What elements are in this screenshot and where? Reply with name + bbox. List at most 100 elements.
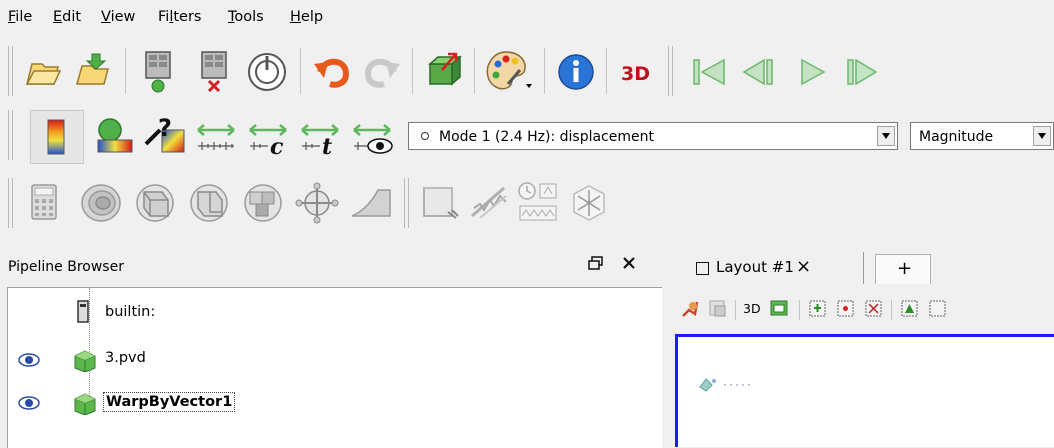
glyph-icon[interactable] <box>348 182 394 224</box>
svg-text:c: c <box>270 134 284 156</box>
rescale-custom-icon[interactable]: ? <box>144 114 188 158</box>
toolbar-grip[interactable] <box>8 46 13 96</box>
source-cube-icon <box>74 393 96 415</box>
rescale-visible-icon[interactable] <box>350 116 396 156</box>
render-view[interactable] <box>675 334 1054 447</box>
extract-subset-icon[interactable] <box>294 182 340 224</box>
point-data-icon <box>421 132 429 140</box>
menu-view[interactable]: View <box>101 9 135 25</box>
toolbar-separator <box>799 300 800 320</box>
chevron-down-icon[interactable] <box>877 126 895 146</box>
toolbar-separator <box>300 48 301 94</box>
3d-icon[interactable]: 3D <box>616 52 656 92</box>
menu-filters[interactable]: Filters <box>158 9 201 25</box>
menu-help[interactable]: Help <box>290 9 323 25</box>
common-filters-toolbar <box>0 170 1054 236</box>
load-state-icon[interactable] <box>72 50 114 92</box>
layout-icon <box>696 262 709 275</box>
tab-layout-1[interactable]: Layout #1 × <box>678 250 868 284</box>
source-cube-icon <box>74 350 96 372</box>
toolbar-grip[interactable] <box>8 178 13 228</box>
faint-glyph-trail <box>724 384 750 386</box>
pipeline-item-label: builtin: <box>105 304 156 320</box>
pipeline-tree: builtin: 3.pvd WarpByVector1 <box>7 287 662 448</box>
redo-icon[interactable] <box>362 52 402 92</box>
pipeline-item-builtin[interactable]: builtin: <box>8 300 648 326</box>
info-icon[interactable] <box>556 52 596 92</box>
tab-close-icon[interactable]: × <box>796 256 811 277</box>
close-icon[interactable] <box>621 255 637 271</box>
connect-icon[interactable] <box>136 48 180 94</box>
color-toolbar: ? c t Mode 1 (2.4 Hz): displacement Magn… <box>0 104 1054 166</box>
main-toolbar: 3D <box>0 40 1054 102</box>
component-select-value: Magnitude <box>919 129 994 145</box>
svg-text:?: ? <box>158 114 172 142</box>
pipeline-item-label-selected: WarpByVector1 <box>103 392 236 412</box>
clip-icon[interactable] <box>132 182 178 224</box>
reset-camera-icon[interactable] <box>679 298 701 320</box>
menu-tools[interactable]: Tools <box>228 9 264 25</box>
svg-text:t: t <box>322 134 332 156</box>
chevron-down-icon[interactable] <box>1033 126 1051 146</box>
rescale-custom-range-icon[interactable]: c <box>246 116 292 156</box>
toolbar-separator <box>412 48 413 94</box>
toolbar-separator <box>606 48 607 94</box>
streamline-icon[interactable] <box>418 182 464 224</box>
toggle-3d-button[interactable]: 3D <box>743 301 761 316</box>
toolbar-grip[interactable] <box>404 178 409 228</box>
pipeline-item-3-pvd[interactable]: 3.pvd <box>8 348 648 374</box>
previous-frame-icon[interactable] <box>738 52 778 92</box>
undock-icon[interactable] <box>587 254 605 272</box>
open-folder-icon[interactable] <box>22 52 62 92</box>
reset-session-icon[interactable] <box>244 48 290 94</box>
zoom-to-data-icon[interactable] <box>707 298 729 320</box>
select-cells-frustum-icon[interactable] <box>863 298 885 320</box>
threshold-icon[interactable] <box>240 182 286 224</box>
camera-link-icon[interactable] <box>424 50 464 92</box>
rescale-range-icon[interactable] <box>194 116 240 156</box>
pipeline-item-label: 3.pvd <box>105 350 146 366</box>
extract-level-icon[interactable] <box>566 182 612 224</box>
eye-icon[interactable] <box>18 395 40 411</box>
contour-icon[interactable] <box>78 182 124 224</box>
calculator-icon[interactable] <box>24 182 64 224</box>
add-layout-tab[interactable]: + <box>875 254 931 284</box>
capture-screenshot-icon[interactable] <box>769 298 791 320</box>
view-toolbar: 3D <box>675 288 1054 328</box>
svg-text:3D: 3D <box>621 63 650 85</box>
warp-by-vector-icon[interactable] <box>466 182 512 224</box>
interactive-select-icon[interactable] <box>927 298 949 320</box>
menu-bar: File Edit View Filters Tools Help <box>0 0 1054 40</box>
toolbar-separator <box>474 48 475 94</box>
tab-divider <box>863 252 864 284</box>
rescale-temporal-icon[interactable]: t <box>298 116 344 156</box>
next-frame-icon[interactable] <box>842 52 882 92</box>
toolbar-grip[interactable] <box>8 110 13 160</box>
eye-icon[interactable] <box>18 352 40 368</box>
tab-label: Layout #1 <box>716 258 794 276</box>
play-icon[interactable] <box>792 52 832 92</box>
color-palette-icon[interactable] <box>484 48 536 94</box>
menu-file[interactable]: File <box>8 9 32 25</box>
edit-color-icon[interactable] <box>94 116 136 156</box>
pipeline-browser-title: Pipeline Browser <box>8 259 124 275</box>
select-cells-on-icon[interactable] <box>807 298 829 320</box>
menu-edit[interactable]: Edit <box>53 9 81 25</box>
slice-icon[interactable] <box>186 182 232 224</box>
undo-icon[interactable] <box>312 52 352 92</box>
array-select-value: Mode 1 (2.4 Hz): displacement <box>439 129 654 145</box>
first-frame-icon[interactable] <box>688 52 728 92</box>
toolbar-separator <box>544 48 545 94</box>
select-points-on-icon[interactable] <box>835 298 857 320</box>
component-select[interactable]: Magnitude <box>910 122 1054 150</box>
disconnect-icon[interactable] <box>192 48 236 94</box>
pipeline-item-warpbyvector1[interactable]: WarpByVector1 <box>8 390 648 416</box>
group-datasets-icon[interactable] <box>514 180 562 226</box>
array-select[interactable]: Mode 1 (2.4 Hz): displacement <box>408 122 898 150</box>
select-block-icon[interactable] <box>899 298 921 320</box>
toolbar-separator <box>735 300 736 320</box>
toolbar-grip[interactable] <box>668 46 673 96</box>
color-map-toggle[interactable] <box>30 110 84 164</box>
color-map-icon <box>47 119 65 155</box>
toolbar-separator <box>891 300 892 320</box>
